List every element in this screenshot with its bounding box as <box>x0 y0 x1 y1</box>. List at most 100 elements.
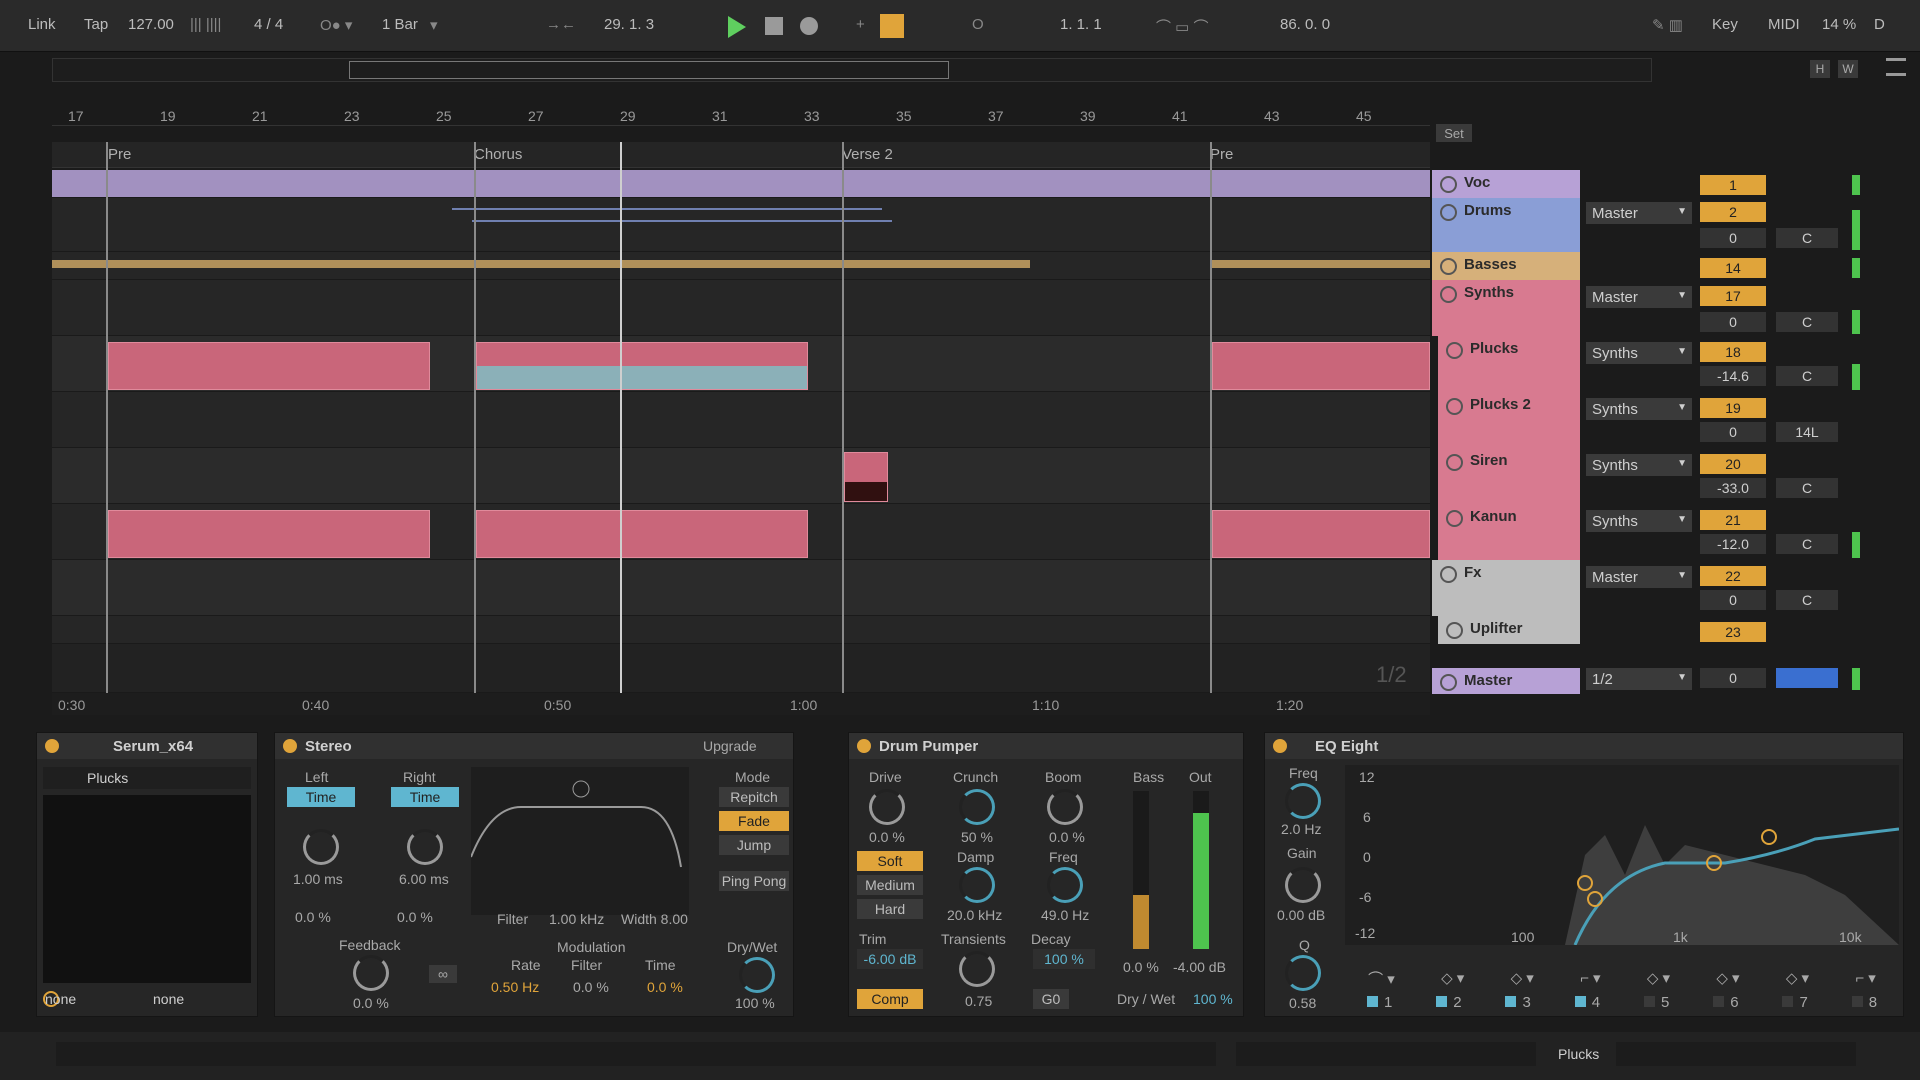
pan-field[interactable]: C <box>1776 534 1838 554</box>
right-offset-value[interactable]: 0.0 % <box>397 909 433 925</box>
transients-knob[interactable] <box>959 951 995 987</box>
w-button[interactable]: W <box>1838 60 1858 78</box>
siren-lane[interactable] <box>52 448 1430 504</box>
drywet-knob[interactable] <box>739 957 775 993</box>
track-drums[interactable]: Drums <box>1432 198 1580 252</box>
drywet-value[interactable]: 100 % <box>1193 991 1233 1007</box>
track-uplifter[interactable]: Uplifter <box>1432 616 1580 644</box>
repitch-button[interactable]: Repitch <box>719 787 789 807</box>
plugin-window[interactable] <box>43 795 251 983</box>
bass-value[interactable]: 0.0 % <box>1123 959 1159 975</box>
boom-knob[interactable] <box>1047 789 1083 825</box>
left-delay-value[interactable]: 1.00 ms <box>293 871 343 887</box>
link-button[interactable]: Link <box>28 16 56 33</box>
volume-field[interactable]: 0 <box>1700 312 1766 332</box>
device-power-icon[interactable] <box>283 739 297 753</box>
trim-value[interactable]: -6.00 dB <box>857 949 923 969</box>
quantize-select[interactable]: 1 Bar <box>382 16 418 33</box>
device-drum-pumper[interactable]: Drum Pumper Drive Crunch Boom 0.0 % 50 %… <box>848 732 1244 1017</box>
band-toggle[interactable]: 8 <box>1851 994 1877 1011</box>
track-master[interactable]: Master <box>1432 668 1580 694</box>
synths-output-select[interactable]: Master <box>1586 286 1692 308</box>
tap-button[interactable]: Tap <box>84 16 108 33</box>
device-power-icon[interactable] <box>857 739 871 753</box>
fold-icon[interactable] <box>1446 622 1463 639</box>
overdub-icon[interactable]: + <box>856 16 865 33</box>
synths-lane[interactable] <box>52 280 1430 336</box>
out-value[interactable]: -4.00 dB <box>1173 959 1226 975</box>
plucks-2-output-select[interactable]: Synths <box>1586 398 1692 420</box>
siren-output-select[interactable]: Synths <box>1586 454 1692 476</box>
signature-field[interactable]: 4 / 4 <box>254 16 283 33</box>
fx-output-select[interactable]: Master <box>1586 566 1692 588</box>
left-delay-knob[interactable] <box>303 829 339 865</box>
plucks-lane[interactable] <box>52 336 1430 392</box>
fold-icon[interactable] <box>1446 398 1463 415</box>
device-power-icon[interactable] <box>1273 739 1287 753</box>
freq-knob[interactable] <box>1285 783 1321 819</box>
go-button[interactable]: G0 <box>1033 989 1069 1009</box>
track-number[interactable]: 23 <box>1700 622 1766 642</box>
volume-field[interactable]: 0 <box>1700 590 1766 610</box>
kanun-lane[interactable] <box>52 504 1430 560</box>
filter-display[interactable] <box>470 767 689 915</box>
fold-icon[interactable] <box>1446 510 1463 527</box>
input-select[interactable]: none <box>153 991 184 1007</box>
key-map-button[interactable]: Key <box>1712 16 1738 33</box>
master-volume[interactable]: 0 <box>1700 668 1766 688</box>
preset-field[interactable]: Plucks <box>43 767 251 789</box>
plucks-2-lane[interactable] <box>52 392 1430 448</box>
voc-lane[interactable] <box>52 170 1430 198</box>
track-number[interactable]: 19 <box>1700 398 1766 418</box>
track-fx[interactable]: Fx <box>1432 560 1580 616</box>
fold-icon[interactable] <box>1440 286 1457 303</box>
comp-button[interactable]: Comp <box>857 989 923 1009</box>
basses-lane[interactable] <box>52 252 1430 280</box>
track-kanun[interactable]: Kanun <box>1432 504 1580 560</box>
fold-icon[interactable] <box>1440 204 1457 221</box>
band-toggle[interactable]: 6 <box>1713 994 1739 1011</box>
track-number[interactable]: 14 <box>1700 258 1766 278</box>
set-button[interactable]: Set <box>1436 124 1472 142</box>
damp-value[interactable]: 20.0 kHz <box>947 907 1002 923</box>
band-toggle[interactable]: 7 <box>1782 994 1808 1011</box>
pan-field[interactable]: C <box>1776 228 1838 248</box>
loop-switch-icon[interactable]: O <box>972 16 984 33</box>
drive-value[interactable]: 0.0 % <box>869 829 905 845</box>
volume-field[interactable]: -33.0 <box>1700 478 1766 498</box>
device-eq-eight[interactable]: EQ Eight Freq 2.0 Hz Gain 0.00 dB Q 0.58… <box>1264 732 1904 1017</box>
track-number[interactable]: 2 <box>1700 202 1766 222</box>
uplifter-lane[interactable] <box>52 616 1430 644</box>
kanun-clip[interactable] <box>1212 510 1430 558</box>
band-toggle[interactable]: 2 <box>1436 994 1462 1011</box>
play-icon[interactable] <box>728 16 746 38</box>
fold-icon[interactable] <box>1440 674 1457 691</box>
crunch-knob[interactable] <box>959 789 995 825</box>
track-number[interactable]: 18 <box>1700 342 1766 362</box>
volume-field[interactable]: -14.6 <box>1700 366 1766 386</box>
filter-value[interactable]: 1.00 kHz <box>549 911 604 927</box>
q-knob[interactable] <box>1285 955 1321 991</box>
metronome-icon[interactable]: ||| |||| <box>190 16 221 33</box>
overview-viewport[interactable] <box>349 61 949 79</box>
fold-icon[interactable] <box>1440 566 1457 583</box>
crunch-value[interactable]: 50 % <box>961 829 993 845</box>
mod-time-value[interactable]: 0.0 % <box>647 979 683 995</box>
loop-length-field[interactable]: 86. 0. 0 <box>1280 16 1330 33</box>
record-icon[interactable] <box>800 17 818 35</box>
feedback-knob[interactable] <box>353 955 389 991</box>
track-number[interactable]: 20 <box>1700 454 1766 474</box>
pan-field[interactable]: C <box>1776 590 1838 610</box>
track-voc[interactable]: Voc <box>1432 170 1580 198</box>
drums-output-select[interactable]: Master <box>1586 202 1692 224</box>
master-cue-volume[interactable] <box>1776 668 1838 688</box>
tempo-field[interactable]: 127.00 <box>128 16 174 33</box>
pan-field[interactable]: C <box>1776 478 1838 498</box>
pan-field[interactable]: C <box>1776 312 1838 332</box>
track-basses[interactable]: Basses <box>1432 252 1580 280</box>
volume-field[interactable]: 0 <box>1700 228 1766 248</box>
locator-verse-2[interactable]: Verse 2 <box>842 146 893 163</box>
boom-value[interactable]: 0.0 % <box>1049 829 1085 845</box>
pan-field[interactable]: C <box>1776 366 1838 386</box>
song-position[interactable]: 29. 1. 3 <box>604 16 654 33</box>
